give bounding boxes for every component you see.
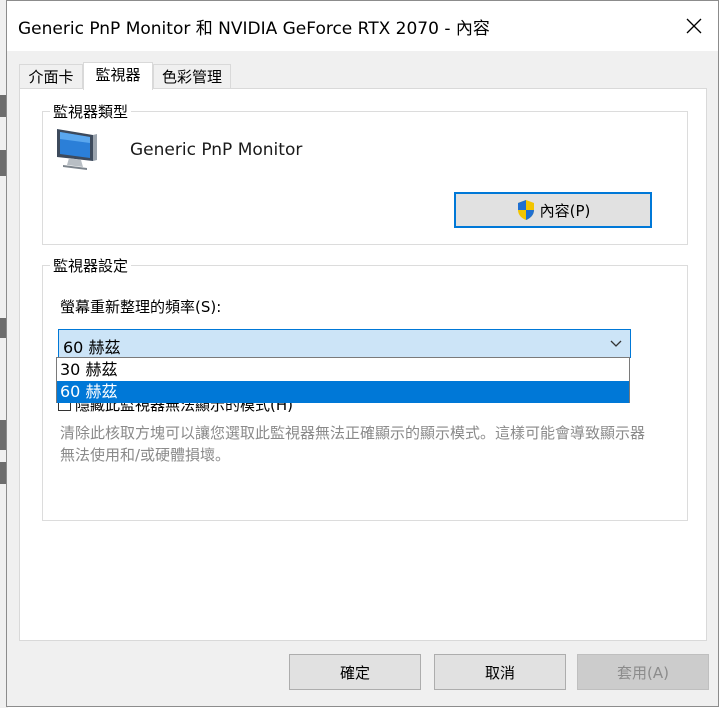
monitor-type-legend: 監視器類型 [50, 101, 132, 122]
close-icon [686, 18, 702, 34]
refresh-rate-option-30[interactable]: 30 赫茲 [57, 359, 629, 381]
title-bar: Generic PnP Monitor 和 NVIDIA GeForce RTX… [7, 1, 718, 51]
monitor-properties-button-label: 內容(P) [539, 201, 591, 220]
monitor-type-group: 監視器類型 Generic PnP Monitor 內容(P) [42, 101, 688, 245]
tab-adapter[interactable]: 介面卡 [19, 64, 83, 88]
monitor-settings-legend: 監視器設定 [50, 255, 132, 276]
ok-button[interactable]: 確定 [289, 654, 421, 690]
cancel-button[interactable]: 取消 [434, 654, 566, 690]
shield-icon [517, 200, 534, 220]
window-title: Generic PnP Monitor 和 NVIDIA GeForce RTX… [18, 19, 490, 39]
tab-monitor[interactable]: 監視器 [83, 62, 153, 90]
monitor-icon [57, 129, 97, 170]
refresh-rate-select[interactable]: 60 赫茲 [58, 329, 631, 358]
refresh-rate-label: 螢幕重新整理的頻率(S): [60, 298, 222, 316]
monitor-properties-dialog: Generic PnP Monitor 和 NVIDIA GeForce RTX… [6, 0, 719, 707]
refresh-rate-dropdown: 30 赫茲 60 赫茲 [56, 357, 630, 403]
apply-button[interactable]: 套用(A) [577, 654, 709, 690]
monitor-name: Generic PnP Monitor [130, 140, 303, 160]
hide-modes-description: 清除此核取方塊可以讓您選取此監視器無法正確顯示的顯示模式。這樣可能會導致顯示器無… [60, 424, 646, 464]
monitor-properties-button[interactable]: 內容(P) [454, 192, 652, 228]
refresh-rate-option-60[interactable]: 60 赫茲 [57, 381, 629, 403]
refresh-rate-value: 60 赫茲 [63, 338, 121, 357]
tab-color-management[interactable]: 色彩管理 [153, 64, 231, 88]
chevron-down-icon [610, 340, 622, 347]
close-button[interactable] [670, 1, 718, 51]
